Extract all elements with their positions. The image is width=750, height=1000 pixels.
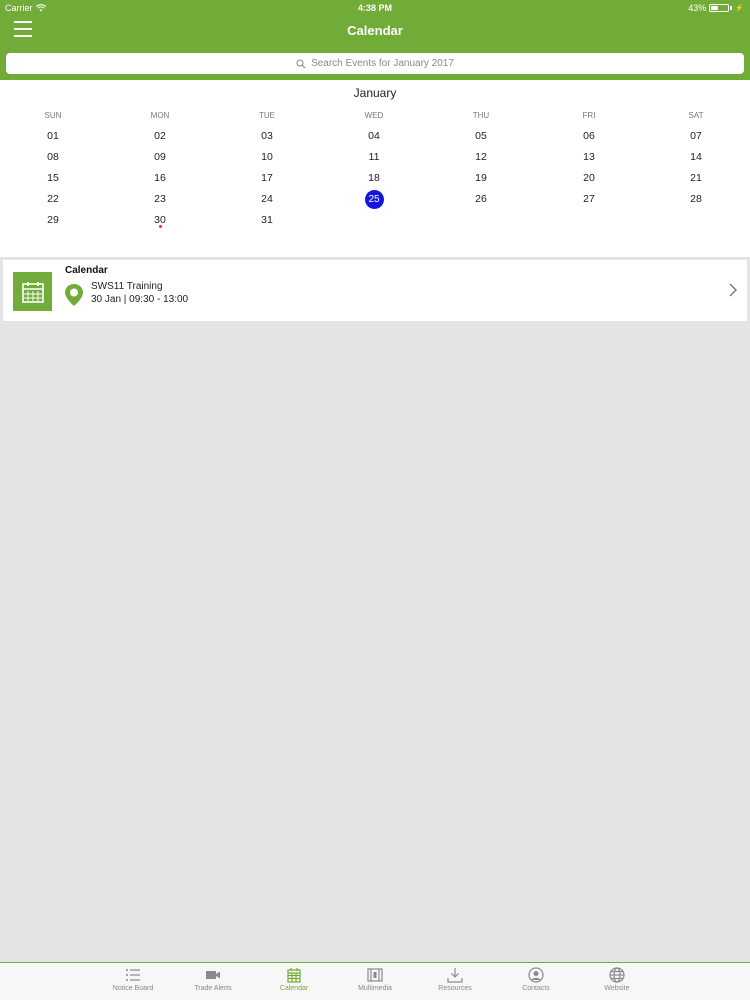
calendar-day[interactable]: 06 (578, 127, 600, 145)
month-calendar: January SUN MON TUE WED THU FRI SAT 01 02 03 04 05 0… (0, 80, 750, 257)
tab-label: Trade Alerts (194, 985, 232, 992)
battery-percent: 43% (688, 3, 707, 13)
film-icon (367, 968, 383, 982)
weekday-label: MON (150, 111, 170, 120)
search-placeholder: Search Events for January 2017 (311, 58, 454, 69)
app-header: Carrier 4:38 PM 43% ⚡ Calendar Search Ev… (0, 0, 750, 80)
tab-contacts[interactable]: Contacts (496, 963, 576, 1000)
calendar-day[interactable]: 01 (42, 127, 64, 145)
calendar-icon (13, 272, 52, 311)
calendar-day[interactable]: 13 (578, 148, 600, 166)
month-title: January (353, 86, 397, 100)
battery-icon (709, 4, 730, 12)
calendar-day[interactable]: 21 (685, 169, 707, 187)
calendar-icon (287, 968, 301, 983)
weekday-label: TUE (259, 111, 275, 120)
tab-bar: Notice Board Trade Alerts Calendar Multimed… (0, 962, 750, 1000)
status-time: 4:38 PM (357, 3, 392, 13)
weekday-label: FRI (582, 111, 596, 120)
tab-multimedia[interactable]: Multimedia (335, 963, 415, 1000)
page-title: Calendar (347, 23, 403, 38)
calendar-day[interactable]: 19 (470, 169, 492, 187)
calendar-day[interactable]: 24 (256, 190, 278, 208)
calendar-day[interactable]: 10 (256, 148, 278, 166)
calendar-day[interactable]: 17 (256, 169, 278, 187)
calendar-day[interactable]: 08 (42, 148, 64, 166)
tab-resources[interactable]: Resources (415, 963, 495, 1000)
tab-notice-board[interactable]: Notice Board (93, 963, 173, 1000)
tab-label: Website (604, 985, 630, 992)
calendar-day[interactable]: 04 (363, 127, 385, 145)
tab-label: Resources (438, 985, 472, 992)
calendar-day[interactable]: 03 (256, 127, 278, 145)
status-bar: Carrier 4:38 PM 43% ⚡ (0, 0, 750, 15)
calendar-day[interactable]: 18 (363, 169, 385, 187)
event-datetime: 30 Jan | 09:30 - 13:00 (91, 294, 189, 305)
calendar-day[interactable]: 28 (685, 190, 707, 208)
calendar-day[interactable]: 15 (42, 169, 64, 187)
tab-trade-alerts[interactable]: Trade Alerts (173, 963, 253, 1000)
calendar-day[interactable]: 12 (470, 148, 492, 166)
calendar-day[interactable]: 05 (470, 127, 492, 145)
contact-icon (528, 967, 544, 983)
weekday-label: THU (472, 111, 490, 120)
calendar-day[interactable]: 07 (685, 127, 707, 145)
search-icon (296, 58, 306, 68)
chevron-right-icon (729, 283, 737, 297)
calendar-day[interactable]: 16 (149, 169, 171, 187)
tab-label: Calendar (279, 985, 309, 992)
calendar-day[interactable]: 02 (149, 127, 171, 145)
calendar-day[interactable]: 27 (578, 190, 600, 208)
event-indicator-dot (158, 225, 162, 228)
calendar-day[interactable]: 09 (149, 148, 171, 166)
calendar-day[interactable]: 29 (42, 211, 64, 229)
charging-icon: ⚡ (735, 5, 744, 12)
calendar-day[interactable]: 11 (363, 148, 385, 166)
video-camera-icon (206, 971, 220, 979)
search-input[interactable]: Search Events for January 2017 (6, 53, 744, 74)
event-category: Calendar (65, 265, 108, 276)
weekday-label: SAT (688, 111, 704, 120)
calendar-day[interactable]: 22 (42, 190, 64, 208)
calendar-day[interactable]: 26 (470, 190, 492, 208)
tab-label: Contacts (522, 985, 550, 992)
calendar-day[interactable]: 14 (685, 148, 707, 166)
event-list-item[interactable]: Calendar SWS11 Training 30 Jan | 09:30 -… (3, 260, 747, 321)
calendar-day[interactable]: 20 (578, 169, 600, 187)
globe-icon (609, 967, 625, 983)
tab-label: Multimedia (358, 985, 392, 992)
list-icon (126, 969, 140, 981)
calendar-day-today[interactable]: 25 (364, 189, 384, 209)
calendar-day[interactable]: 31 (256, 211, 278, 229)
calendar-day[interactable]: 23 (149, 190, 171, 208)
event-title: SWS11 Training (91, 281, 163, 292)
weekday-label: SUN (44, 111, 62, 120)
weekday-label: WED (364, 111, 384, 120)
download-icon (447, 968, 463, 983)
location-pin-icon (65, 284, 83, 306)
tab-website[interactable]: Website (577, 963, 657, 1000)
tab-label: Notice Board (112, 985, 154, 992)
tab-calendar[interactable]: Calendar (254, 963, 334, 1000)
